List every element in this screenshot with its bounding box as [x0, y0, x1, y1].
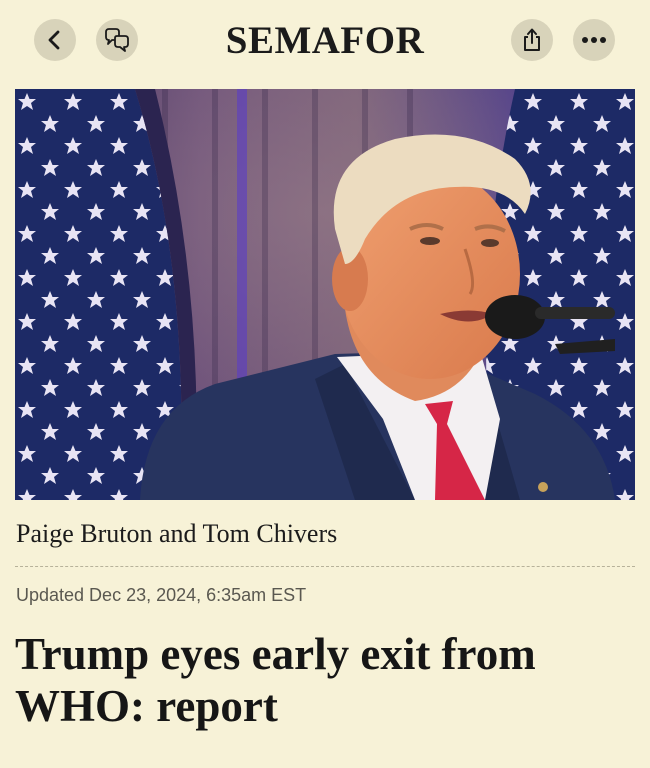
- ellipsis-icon: [582, 37, 606, 43]
- more-options-button[interactable]: [573, 19, 615, 61]
- share-button[interactable]: [511, 19, 553, 61]
- divider: [15, 566, 635, 567]
- hero-image[interactable]: [15, 89, 635, 500]
- share-icon: [524, 28, 540, 51]
- top-bar: SEMAFOR: [0, 0, 650, 84]
- article-headline: Trump eyes early exit from WHO: report: [15, 629, 536, 731]
- article-updated-timestamp: Updated Dec 23, 2024, 6:35am EST: [16, 585, 307, 605]
- article-byline[interactable]: Paige Bruton and Tom Chivers: [16, 519, 337, 549]
